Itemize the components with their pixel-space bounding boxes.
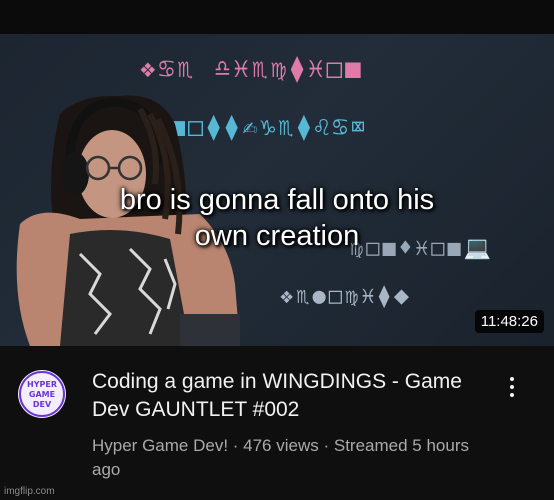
kebab-dot <box>510 393 514 397</box>
top-strip <box>0 0 554 34</box>
video-meta: Hyper Game Dev! · 476 views · Streamed 5… <box>92 436 469 479</box>
avatar-text: DEV <box>33 400 52 409</box>
video-thumbnail[interactable]: ❖♋♏ ♎♓♏♍⧫♓□■ ■□⧫⧫✍♑♏⧫♌♋⌧ ♍□■♦♓□■💻 ❖♏●□♍♓… <box>0 34 554 346</box>
meme-caption: bro is gonna fall onto his own creation <box>0 182 554 254</box>
avatar-text: HYPER <box>27 380 57 389</box>
watermark: imgflip.com <box>4 486 55 497</box>
caption-line: bro is gonna fall onto his <box>119 184 435 216</box>
kebab-menu-icon[interactable] <box>498 370 526 404</box>
video-card[interactable]: ❖♋♏ ♎♓♏♍⧫♓□■ ■□⧫⧫✍♑♏⧫♌♋⌧ ♍□■♦♓□■💻 ❖♏●□♍♓… <box>0 0 554 500</box>
avatar-text: GAME <box>29 390 55 399</box>
kebab-dot <box>510 377 514 381</box>
video-title[interactable]: Coding a game in WINGDINGS - Game Dev GA… <box>92 368 482 424</box>
video-info: HYPER GAME DEV Coding a game in WINGDING… <box>0 346 554 500</box>
channel-avatar[interactable]: HYPER GAME DEV <box>18 370 66 418</box>
kebab-dot <box>510 385 514 389</box>
duration-badge: 11:48:26 <box>474 310 544 333</box>
caption-line: own creation <box>194 220 360 252</box>
hyper-game-dev-logo: HYPER GAME DEV <box>19 371 65 417</box>
